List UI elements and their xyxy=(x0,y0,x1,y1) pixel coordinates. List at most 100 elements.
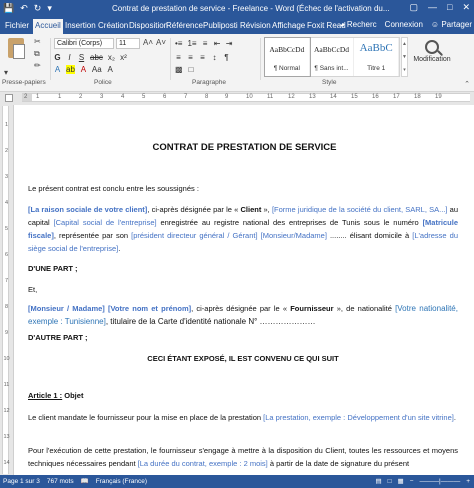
web-layout-icon[interactable]: ▦ xyxy=(398,475,404,488)
font-size-combo[interactable]: 11 xyxy=(116,38,140,49)
status-bar: Page 1 sur 3 767 mots 📖 Français (France… xyxy=(0,475,474,488)
highlight-button[interactable]: ab xyxy=(66,65,75,74)
undo-icon[interactable]: ↶ xyxy=(20,3,28,13)
word-window: 💾 ↶ ↻ ▾ Contrat de prestation de service… xyxy=(0,0,474,488)
show-marks-icon[interactable]: ¶ xyxy=(223,53,230,62)
search-icon xyxy=(425,40,439,54)
redo-icon[interactable]: ↻ xyxy=(34,3,42,13)
paste-button[interactable] xyxy=(4,38,30,68)
zoom-slider[interactable]: ———|——— xyxy=(420,475,461,488)
shading-icon[interactable]: ▩ xyxy=(175,65,183,74)
article1-text: . xyxy=(453,413,456,422)
party2-text: , ci-après désignée par le « xyxy=(191,304,291,313)
tab-revision[interactable]: Révision xyxy=(238,19,273,34)
group-separator xyxy=(170,38,171,80)
maximize-button[interactable]: □ xyxy=(447,2,452,13)
underline-button[interactable]: S xyxy=(78,53,85,62)
tab-selector[interactable] xyxy=(5,94,13,102)
document-page[interactable]: CONTRAT DE PRESTATION DE SERVICE Le prés… xyxy=(13,105,474,475)
party1-text: . xyxy=(118,244,121,253)
line-spacing-icon[interactable]: ↕ xyxy=(211,53,218,62)
italic-button[interactable]: I xyxy=(66,53,73,62)
paste-dropdown-icon[interactable]: ▾ xyxy=(4,68,8,77)
ruler-tick: 3 xyxy=(4,174,9,180)
clipboard-sheet xyxy=(13,44,25,59)
document-title: CONTRAT DE PRESTATION DE SERVICE xyxy=(152,142,337,153)
login-link[interactable]: Connexion xyxy=(385,20,423,29)
zoom-out-button[interactable]: − xyxy=(410,475,414,488)
vertical-ruler: 1 2 3 4 5 6 7 8 9 10 11 12 13 14 xyxy=(0,106,11,474)
collapse-ribbon-icon[interactable]: ⌃ xyxy=(464,80,470,88)
style-no-spacing[interactable]: AaBbCcDd ¶ Sans int... xyxy=(310,38,355,76)
subscript-button[interactable]: x₂ xyxy=(108,53,115,62)
styles-scroll[interactable]: ▲ ▼ ▾ xyxy=(401,37,408,77)
minimize-button[interactable]: — xyxy=(428,2,437,13)
align-center-icon[interactable]: ≡ xyxy=(187,53,194,62)
tab-affichage[interactable]: Affichage xyxy=(270,19,307,34)
text-effects-button[interactable]: A xyxy=(54,65,61,74)
font-color-button[interactable]: A xyxy=(80,65,87,74)
ribbon-display-icon[interactable]: ▢ xyxy=(410,2,419,13)
editing-button[interactable]: Modification xyxy=(410,38,454,78)
tab-accueil[interactable]: Accueil xyxy=(33,19,63,34)
placeholder-name: [Votre nom et prénom] xyxy=(107,304,192,313)
clear-format-button[interactable]: A xyxy=(107,65,114,74)
tab-creation[interactable]: Création xyxy=(96,19,130,34)
party2-text: , titulaire de la Carte d'identité natio… xyxy=(105,317,316,326)
word-count[interactable]: 767 mots xyxy=(47,475,74,488)
customize-icon[interactable]: ▾ xyxy=(47,3,52,13)
shrink-font-icon[interactable]: A˅ xyxy=(156,38,166,47)
save-icon[interactable]: 💾 xyxy=(3,3,14,13)
bold-button[interactable]: G xyxy=(54,53,61,62)
grow-font-icon[interactable]: A˄ xyxy=(143,38,153,47)
superscript-button[interactable]: x² xyxy=(120,53,127,62)
zoom-in-button[interactable]: + xyxy=(466,475,470,488)
print-layout-icon[interactable]: □ xyxy=(388,475,392,488)
ribbon-tabs: Fichier Accueil Insertion Création Dispo… xyxy=(0,17,474,34)
tab-fichier[interactable]: Fichier xyxy=(3,19,31,34)
copy-icon[interactable]: ⧉ xyxy=(34,49,40,59)
group-separator xyxy=(260,38,261,80)
article1-paragraph-1: Le client mandate le fournisseur pour la… xyxy=(28,411,458,424)
multilevel-list-icon[interactable]: ≡ xyxy=(202,39,209,48)
read-mode-icon[interactable]: ▤ xyxy=(375,475,381,488)
numbering-icon[interactable]: 1≡ xyxy=(187,39,196,48)
shading-row: ▩ □ xyxy=(175,65,195,74)
ruler-tick: 10 xyxy=(246,94,253,100)
tab-publipostage[interactable]: Publiposti xyxy=(201,19,240,34)
cut-icon[interactable]: ✂ xyxy=(34,37,41,46)
editing-label: Modification xyxy=(413,56,451,63)
ruler-tick: 6 xyxy=(4,252,9,258)
borders-icon[interactable]: □ xyxy=(188,65,195,74)
decrease-indent-icon[interactable]: ⇤ xyxy=(214,39,221,48)
increase-indent-icon[interactable]: ⇥ xyxy=(226,39,233,48)
style-name: Titre 1 xyxy=(367,65,386,72)
language[interactable]: Français (France) xyxy=(96,475,147,488)
placeholder-legal-form: [Forme juridique de la société du client… xyxy=(271,205,448,214)
ribbon: ▾ ✂ ⧉ ✏ Presse-papiers Calibri (Corps) 1… xyxy=(0,34,474,92)
ruler-tick: 14 xyxy=(3,460,10,466)
proofing-icon[interactable]: 📖 xyxy=(81,475,89,488)
format-painter-icon[interactable]: ✏ xyxy=(34,61,41,70)
align-left-icon[interactable]: ≡ xyxy=(175,53,182,62)
strikethrough-button[interactable]: abc xyxy=(90,53,103,62)
vertical-ruler-track[interactable]: 1 2 3 4 5 6 7 8 9 10 11 12 13 14 xyxy=(2,106,10,474)
align-right-icon[interactable]: ≡ xyxy=(199,53,206,62)
bullets-icon[interactable]: •≡ xyxy=(175,39,182,48)
ruler-tick: 13 xyxy=(309,94,316,100)
ruler-track[interactable]: 2 1 1 2 3 4 5 6 7 8 9 10 11 12 13 14 15 … xyxy=(22,93,470,102)
quick-access-toolbar: 💾 ↶ ↻ ▾ xyxy=(3,3,52,13)
tab-references[interactable]: Référence xyxy=(164,19,205,34)
ruler-tick: 7 xyxy=(4,278,9,284)
style-heading-1[interactable]: AaBbC Titre 1 xyxy=(354,38,400,76)
tab-insertion[interactable]: Insertion xyxy=(63,19,98,34)
close-button[interactable]: ✕ xyxy=(462,2,470,13)
page-count[interactable]: Page 1 sur 3 xyxy=(3,475,40,488)
change-case-button[interactable]: Aa xyxy=(92,65,102,74)
style-normal[interactable]: AaBbCcDd ¶ Normal xyxy=(264,37,311,77)
share-button[interactable]: ☺ Partager xyxy=(431,20,472,29)
tell-me-search[interactable]: ◕ Recherc xyxy=(340,20,377,29)
ruler-tick: 11 xyxy=(267,94,274,100)
font-name-combo[interactable]: Calibri (Corps) xyxy=(54,38,114,49)
group-font-label: Police xyxy=(94,79,112,86)
